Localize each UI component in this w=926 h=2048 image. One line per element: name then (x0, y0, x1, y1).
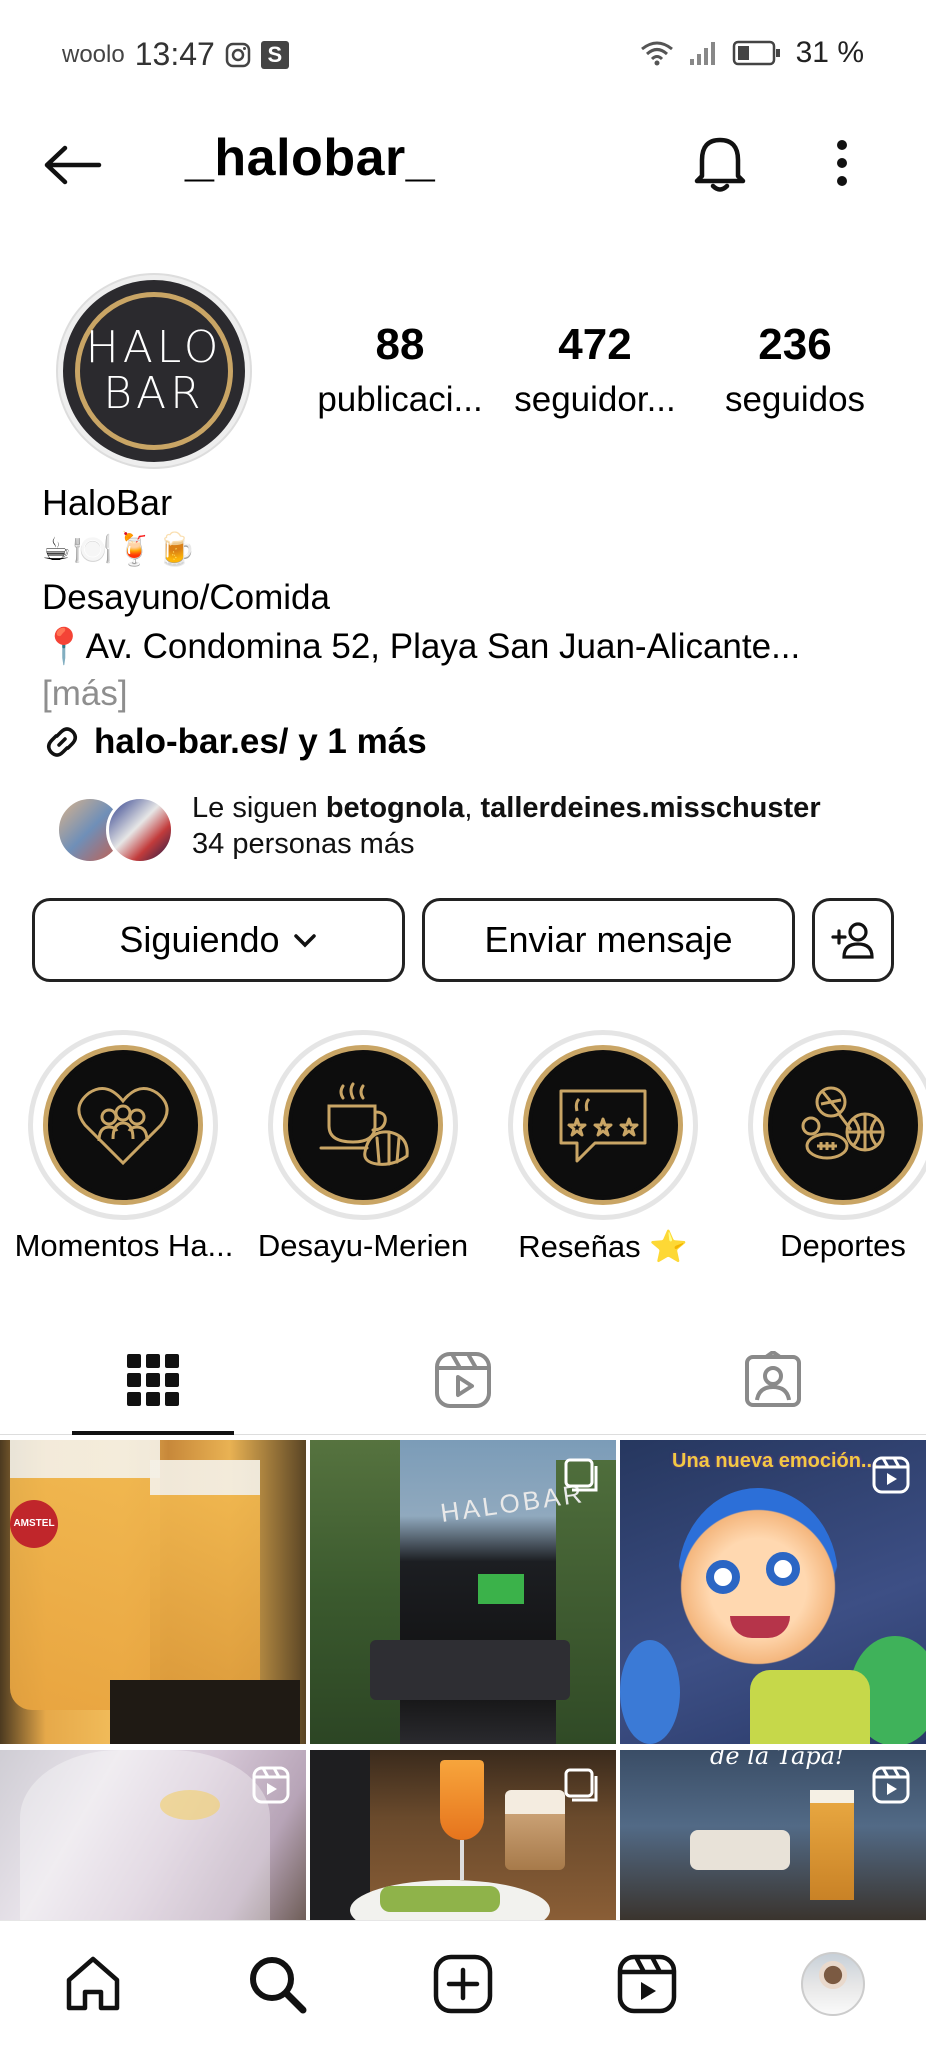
battery-percent: 31 % (795, 36, 864, 69)
review-stars-icon (559, 1089, 647, 1163)
post-2[interactable]: HALOBAR (310, 1440, 616, 1744)
logo-line2: BAR (103, 368, 205, 419)
amstel-label: AMSTEL (10, 1500, 58, 1548)
message-label: Enviar mensaje (484, 919, 733, 960)
stat-followers-count: 472 (558, 320, 632, 369)
following-button[interactable]: Siguiendo (32, 898, 405, 982)
reel-icon-3 (872, 1766, 910, 1804)
nav-profile[interactable] (790, 1941, 876, 2027)
following-label: Siguiendo (119, 919, 280, 960)
highlight-label-deportes: Deportes (780, 1228, 906, 1263)
s-app-notification-icon: S (260, 40, 289, 69)
mutual-prefix: Le siguen (192, 792, 326, 824)
grid-icon (127, 1354, 179, 1406)
nav-create[interactable] (420, 1941, 506, 2027)
carousel-icon-2 (562, 1766, 600, 1804)
status-bar: woolo 13:47 S 31 % (0, 30, 926, 76)
reels-nav-icon (617, 1954, 677, 2014)
stat-posts[interactable]: 88 publicaci... (305, 320, 495, 420)
bio-line1: Desayuno/Comida (42, 578, 330, 617)
highlight-label-momentos: Momentos Ha... (14, 1228, 234, 1263)
active-tab-indicator (72, 1431, 234, 1435)
highlight-resenas[interactable] (508, 1030, 698, 1220)
tab-tagged[interactable] (692, 1330, 854, 1430)
nav-reels[interactable] (604, 1941, 690, 2027)
profile-tabs (0, 1330, 926, 1435)
bio-website-link[interactable]: halo-bar.es/ y 1 más (42, 722, 427, 762)
battery-icon (732, 40, 780, 66)
bio-name: HaloBar (42, 482, 173, 523)
add-post-icon (433, 1954, 493, 2014)
link-icon (47, 727, 77, 757)
reel-icon-2 (252, 1766, 290, 1804)
suggest-user-button[interactable] (812, 898, 894, 982)
search-icon (250, 1957, 307, 2014)
mutual-followers-line1: Le siguen betognola, tallerdeines.missch… (192, 790, 821, 826)
instagram-notification-icon (225, 42, 251, 67)
more-options-button[interactable] (812, 128, 872, 198)
mutual-user2: tallerdeines.misschuster (480, 792, 821, 824)
reels-icon (435, 1352, 491, 1408)
stat-followers-label: seguidor... (514, 380, 676, 419)
halobar-logo: HALO BAR (75, 292, 233, 450)
sports-balls-icon (801, 1086, 885, 1160)
profile-username: _halobar_ (185, 129, 436, 187)
bio-emojis: ☕🍽️🍹🍺 (42, 531, 199, 567)
add-person-icon (831, 922, 874, 959)
profile-header: _halobar_ (0, 120, 926, 210)
stat-followers[interactable]: 472 seguidor... (500, 320, 690, 420)
stat-following[interactable]: 236 seguidos (700, 320, 890, 420)
follower-avatar-2 (106, 796, 174, 864)
highlight-label-desayuno: Desayu-Merien (257, 1228, 469, 1263)
profile-avatar-small (801, 1952, 865, 2016)
post6-caption: de la Tapa! (710, 1750, 845, 1770)
highlight-desayuno[interactable] (268, 1030, 458, 1220)
message-button[interactable]: Enviar mensaje (422, 898, 795, 982)
bio-more-link[interactable]: [más] (42, 674, 128, 714)
home-icon (66, 1956, 120, 2011)
back-button[interactable] (38, 130, 108, 200)
bell-icon (694, 137, 746, 192)
highlight-label-resenas: Reseñas ⭐ (518, 1229, 688, 1264)
more-vertical-icon (837, 140, 847, 186)
profile-avatar[interactable]: HALO BAR (58, 275, 250, 467)
tab-reels[interactable] (382, 1330, 544, 1430)
reel-icon (872, 1456, 910, 1494)
post3-caption: Una nueva emoción... (672, 1450, 878, 1472)
stat-posts-label: publicaci... (317, 380, 483, 419)
mutual-followers[interactable]: Le siguen betognola, tallerdeines.missch… (56, 790, 896, 880)
coffee-croissant-icon (319, 1082, 409, 1166)
stat-following-label: seguidos (724, 380, 866, 419)
post-3[interactable]: Una nueva emoción... (620, 1440, 926, 1744)
tab-grid[interactable] (72, 1330, 234, 1430)
stat-following-count: 236 (758, 320, 832, 369)
heart-people-icon (77, 1087, 169, 1166)
mutual-user1: betognola (325, 792, 465, 824)
mutual-sep: , (464, 792, 481, 824)
highlight-deportes[interactable] (748, 1030, 926, 1220)
nav-home[interactable] (50, 1941, 136, 2027)
post-5[interactable] (310, 1750, 616, 1920)
post-1[interactable]: AMSTEL (0, 1440, 306, 1744)
nav-search[interactable] (234, 1941, 320, 2027)
post-4[interactable] (0, 1750, 306, 1920)
clock: 13:47 (134, 36, 215, 72)
carrier-label: woolo (62, 40, 125, 68)
website-text: halo-bar.es/ y 1 más (94, 722, 427, 761)
post-6[interactable]: de la Tapa! (620, 1750, 926, 1920)
back-arrow-icon (44, 145, 102, 185)
tagged-icon (745, 1351, 801, 1407)
chevron-down-icon (293, 934, 316, 948)
carousel-icon (562, 1456, 600, 1494)
bottom-navigation (0, 1920, 926, 2048)
logo-line1: HALO (85, 322, 223, 373)
notifications-button[interactable] (685, 128, 755, 198)
signal-icon (689, 42, 715, 65)
wifi-icon (640, 41, 673, 66)
stat-posts-count: 88 (375, 320, 425, 369)
highlight-momentos[interactable] (28, 1030, 218, 1220)
mutual-followers-line2: 34 personas más (192, 828, 415, 860)
bio-line2: 📍Av. Condomina 52, Playa San Juan-Alican… (42, 627, 801, 666)
